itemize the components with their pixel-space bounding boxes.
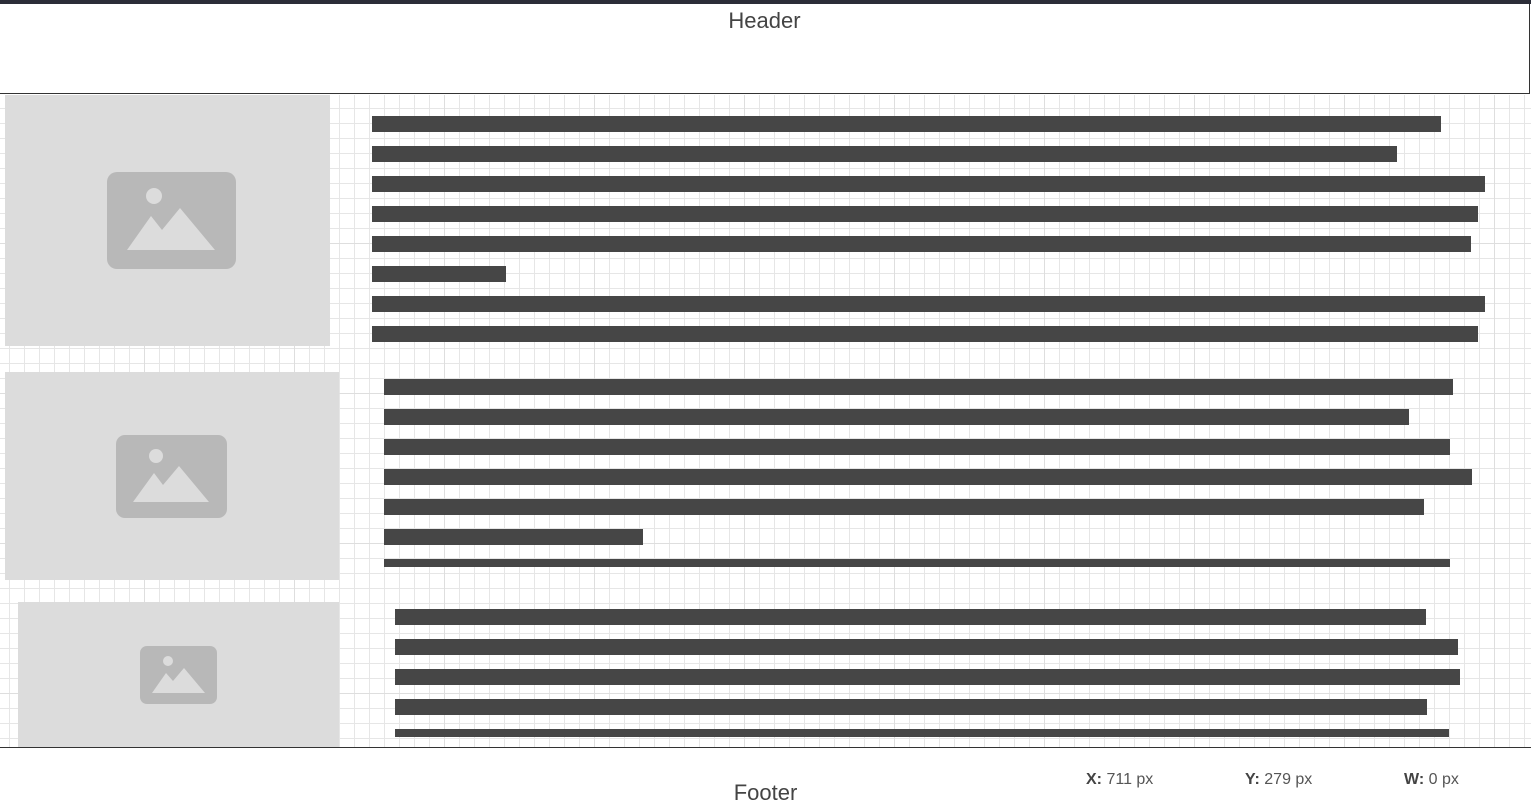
text-line [372,266,506,282]
header-title: Header [728,8,801,33]
text-line [384,499,1424,515]
text-line [384,379,1453,395]
image-placeholder-2[interactable] [5,372,339,580]
y-readout-value: 279 px [1264,771,1313,788]
text-line [395,729,1449,737]
text-line [384,529,643,545]
text-line [384,439,1450,455]
header-section[interactable]: Header [0,4,1530,94]
text-line [372,146,1397,162]
image-placeholder-3[interactable] [18,602,339,747]
content-area[interactable] [0,95,1531,747]
text-line [372,176,1485,192]
text-line [384,409,1409,425]
text-line [372,236,1471,252]
text-line [395,669,1460,685]
footer-section[interactable]: Footer X: 711 px Y: 279 px W: 0 px [0,747,1531,805]
x-readout: X: 711 px [1086,771,1154,788]
text-line [372,206,1478,222]
image-icon [140,646,217,704]
text-line [372,326,1478,342]
text-line [372,296,1485,312]
text-line [372,116,1441,132]
x-readout-value: 711 px [1106,771,1154,788]
text-line [395,639,1458,655]
image-placeholder-1[interactable] [5,95,330,346]
text-line [384,559,1450,567]
image-icon [107,172,236,269]
text-line [395,699,1427,715]
text-line [395,609,1426,625]
w-readout: W: 0 px [1404,771,1459,788]
text-line [384,469,1472,485]
x-readout-label: X [1086,771,1097,788]
w-readout-label: W [1404,771,1419,788]
image-icon [116,435,227,518]
y-readout: Y: 279 px [1245,771,1313,788]
w-readout-value: 0 px [1428,771,1459,788]
